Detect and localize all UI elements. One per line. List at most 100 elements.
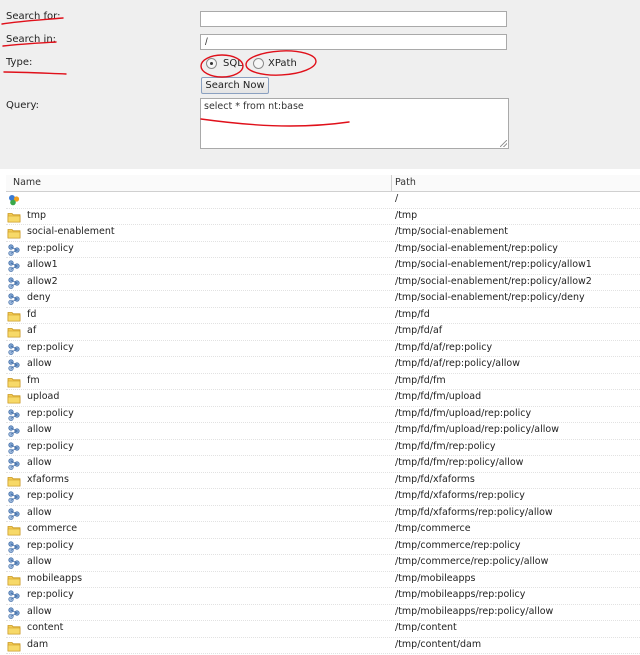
row-path: /tmp (395, 209, 418, 221)
row-name[interactable]: upload (27, 391, 59, 402)
row-name[interactable]: rep:policy (27, 408, 74, 419)
folder-icon (7, 524, 21, 536)
node-icon (7, 590, 21, 602)
row-name[interactable]: af (27, 325, 36, 336)
table-row[interactable]: fm/tmp/fd/fm (6, 374, 640, 390)
table-row[interactable]: upload/tmp/fd/fm/upload (6, 390, 640, 407)
table-row[interactable]: rep:policy/tmp/commerce/rep:policy (6, 539, 640, 555)
type-label: Type: (6, 57, 33, 68)
search-for-input[interactable] (200, 11, 507, 27)
node-icon (7, 408, 21, 421)
table-row[interactable]: tmp/tmp (6, 209, 640, 225)
column-header-name[interactable]: Name (13, 177, 41, 188)
table-row[interactable]: social-enablement/tmp/social-enablement (6, 225, 640, 242)
search-now-button[interactable]: Search Now (201, 77, 269, 94)
table-row[interactable]: content/tmp/content (6, 621, 640, 638)
row-name[interactable]: fm (27, 375, 40, 386)
folder-icon (7, 623, 21, 635)
column-divider[interactable] (391, 175, 392, 191)
row-name[interactable]: rep:policy (27, 540, 74, 551)
table-row[interactable]: allow1/tmp/social-enablement/rep:policy/… (6, 258, 640, 275)
row-name[interactable]: allow (27, 606, 52, 617)
row-path: /tmp/fd/fm/upload/rep:policy/allow (395, 424, 559, 435)
row-path: /tmp/fd/fm/rep:policy/allow (395, 457, 524, 468)
row-name[interactable]: allow (27, 358, 52, 369)
row-name[interactable]: allow (27, 507, 52, 518)
row-name[interactable]: content (27, 622, 63, 633)
table-row[interactable]: dam/tmp/content/dam (6, 638, 640, 654)
row-name[interactable]: social-enablement (27, 226, 115, 237)
row-name[interactable]: mobileapps (27, 573, 82, 584)
table-row[interactable]: commerce/tmp/commerce (6, 522, 640, 539)
table-row[interactable]: allow/tmp/mobileapps/rep:policy/allow (6, 605, 640, 621)
row-path: /tmp/fd/fm (395, 374, 446, 386)
table-row[interactable]: mobileapps/tmp/mobileapps (6, 572, 640, 588)
node-icon (7, 425, 21, 437)
folder-icon (7, 640, 21, 652)
table-row[interactable]: rep:policy/tmp/fd/af/rep:policy (6, 341, 640, 357)
search-in-input[interactable] (200, 34, 507, 50)
column-header-path[interactable]: Path (395, 177, 416, 188)
table-row[interactable]: allow/tmp/fd/xfaforms/rep:policy/allow (6, 506, 640, 522)
search-in-label: Search in: (6, 34, 57, 45)
node-icon (7, 293, 21, 305)
repository-root-icon (7, 194, 21, 206)
table-row[interactable]: af/tmp/fd/af (6, 324, 640, 341)
row-name[interactable]: allow (27, 457, 52, 468)
node-icon (7, 243, 21, 256)
row-path: /tmp/content/dam (395, 638, 482, 650)
row-name[interactable]: rep:policy (27, 342, 74, 353)
row-name[interactable]: commerce (27, 523, 77, 534)
node-icon (7, 507, 21, 520)
folder-icon (7, 326, 21, 338)
sql-radio[interactable] (206, 58, 217, 69)
table-row[interactable]: / (6, 192, 640, 209)
node-icon (7, 342, 21, 355)
row-name[interactable]: deny (27, 292, 51, 303)
folder-icon (7, 227, 21, 239)
row-name[interactable]: fd (27, 309, 36, 320)
row-name[interactable]: rep:policy (27, 243, 74, 254)
table-row[interactable]: allow/tmp/fd/fm/upload/rep:policy/allow (6, 423, 640, 440)
row-name[interactable]: rep:policy (27, 441, 74, 452)
folder-icon (7, 310, 21, 322)
node-icon (7, 260, 21, 272)
table-row[interactable]: deny/tmp/social-enablement/rep:policy/de… (6, 291, 640, 308)
table-row[interactable]: rep:policy/tmp/fd/xfaforms/rep:policy (6, 489, 640, 506)
table-row[interactable]: fd/tmp/fd (6, 308, 640, 324)
table-row[interactable]: rep:policy/tmp/fd/fm/upload/rep:policy (6, 407, 640, 423)
xpath-radio[interactable] (253, 58, 264, 69)
row-path: /tmp/fd/af/rep:policy (395, 341, 493, 353)
row-path: /tmp/fd/fm/upload/rep:policy (395, 407, 532, 419)
row-name[interactable]: allow (27, 424, 52, 435)
table-row[interactable]: allow/tmp/fd/af/rep:policy/allow (6, 357, 640, 374)
query-text: select * from nt:base (204, 101, 304, 112)
folder-icon (7, 574, 21, 586)
row-name[interactable]: rep:policy (27, 589, 74, 600)
xpath-radio-label[interactable]: XPath (268, 58, 297, 69)
row-name[interactable]: allow2 (27, 276, 58, 287)
table-row[interactable]: rep:policy/tmp/fd/fm/rep:policy (6, 440, 640, 456)
row-name[interactable]: xfaforms (27, 474, 69, 485)
row-name[interactable]: allow1 (27, 259, 58, 270)
row-path: /tmp/mobileapps/rep:policy/allow (395, 605, 554, 617)
row-path: /tmp/social-enablement/rep:policy/allow1 (395, 259, 592, 270)
node-icon (7, 359, 21, 371)
row-name[interactable]: allow (27, 556, 52, 567)
results-table: Name Path / tmp/tmp social-enablement/tmp/… (6, 175, 640, 654)
table-row[interactable]: allow2/tmp/social-enablement/rep:policy/… (6, 275, 640, 291)
table-row[interactable]: rep:policy/tmp/social-enablement/rep:pol… (6, 242, 640, 258)
row-name[interactable]: tmp (27, 210, 46, 221)
row-name[interactable]: dam (27, 639, 48, 650)
sql-radio-label[interactable]: SQL (223, 58, 243, 69)
row-path: /tmp/fd/fm/upload (395, 391, 482, 402)
table-row[interactable]: xfaforms/tmp/fd/xfaforms (6, 473, 640, 489)
row-name[interactable]: rep:policy (27, 490, 74, 501)
table-row[interactable]: allow/tmp/fd/fm/rep:policy/allow (6, 456, 640, 473)
table-row[interactable]: allow/tmp/commerce/rep:policy/allow (6, 555, 640, 572)
search-for-label: Search for: (6, 11, 61, 22)
table-row[interactable]: rep:policy/tmp/mobileapps/rep:policy (6, 588, 640, 605)
node-icon (7, 557, 21, 569)
query-textarea[interactable]: select * from nt:base (200, 98, 509, 149)
resize-grip-icon[interactable] (500, 140, 507, 147)
